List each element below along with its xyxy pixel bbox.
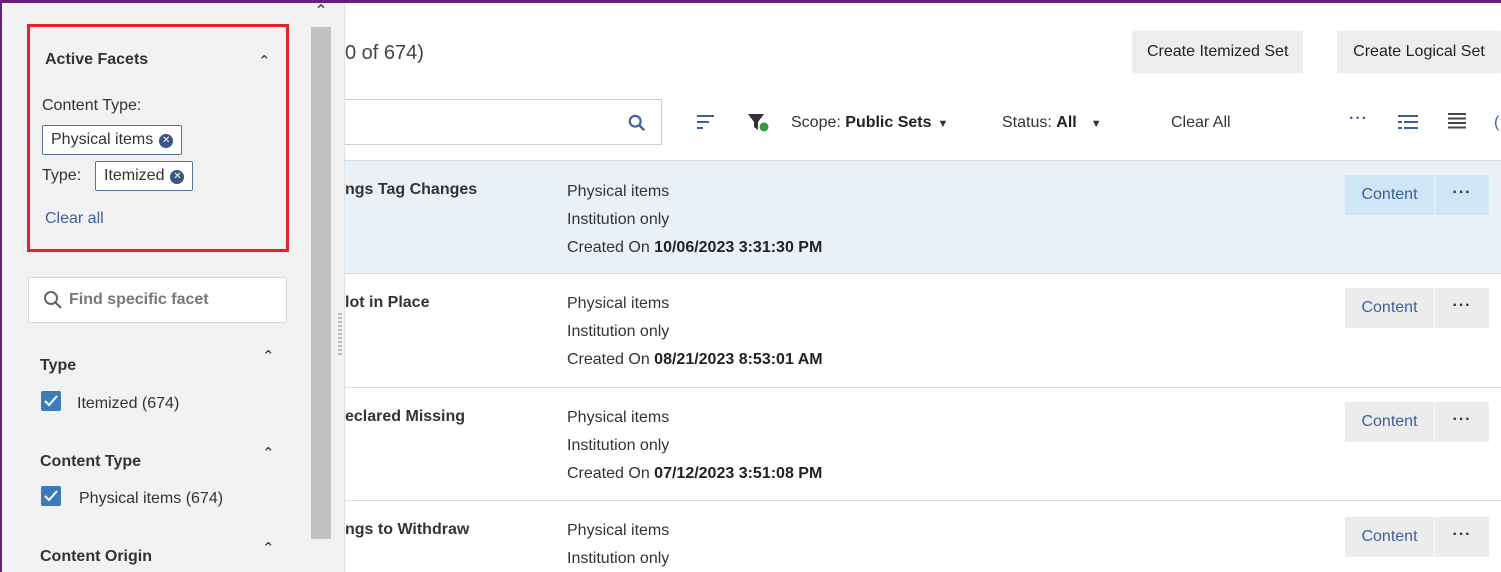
row-more-actions-icon[interactable]: ··· [1435,288,1489,328]
itemized-option-label[interactable]: Itemized (674) [77,395,179,413]
collapse-content-type-chevron-icon[interactable]: ⌃ [262,444,275,462]
collapse-type-chevron-icon[interactable]: ⌃ [262,347,275,365]
status-value: All [1056,114,1077,131]
caret-down-icon: ▼ [1090,118,1102,130]
scroll-thumb[interactable] [311,27,331,539]
checkmark-icon [44,395,58,407]
checkmark-icon [44,490,58,502]
content-type-facet-chip[interactable]: Physical items ✕ [42,125,183,155]
set-created-date: Created On 08/21/2023 8:53:01 AM [567,351,823,368]
scope-value: Public Sets [845,114,932,131]
active-facets-title: Active Facets [45,51,149,68]
content-button[interactable]: Content [1345,175,1434,215]
caret-down-icon: ▼ [937,118,949,130]
search-icon[interactable] [628,114,646,132]
facet-search-input[interactable] [69,288,279,312]
row-more-actions-icon[interactable]: ··· [1435,402,1489,442]
scope-label: Scope: [791,114,841,131]
sort-icon[interactable] [697,114,715,130]
physical-items-option-label[interactable]: Physical items (674) [79,490,223,508]
set-created-date: Created On 07/12/2023 3:51:08 PM [567,465,823,482]
table-row[interactable]: lot in Place Physical items Institution … [345,273,1501,387]
row-more-actions-icon[interactable]: ··· [1435,175,1489,215]
search-icon [44,291,62,309]
type-facet-chip[interactable]: Itemized ✕ [95,161,194,191]
clear-all-facets-link[interactable]: Clear all [45,210,104,228]
row-more-actions-icon[interactable]: ··· [1435,517,1489,557]
facet-group-content-type-title: Content Type [40,453,142,470]
set-created-date: Created On 10/06/2023 3:31:30 PM [567,239,823,256]
filter-icon[interactable] [748,113,770,133]
sets-search-box[interactable] [345,99,662,145]
clear-all-filters-link[interactable]: Clear All [1171,114,1231,132]
facet-search-box[interactable] [28,277,287,323]
chip-label: Physical items [51,131,154,148]
set-content-type: Physical items [567,183,670,200]
collapse-active-facets-chevron-icon[interactable]: ⌃ [258,52,271,70]
content-button[interactable]: Content [1345,402,1434,442]
create-logical-set-button[interactable]: Create Logical Set [1337,31,1501,73]
resize-grip-icon[interactable] [338,313,342,355]
remove-chip-icon[interactable]: ✕ [170,170,185,184]
collapse-content-origin-chevron-icon[interactable]: ⌃ [262,539,275,557]
content-button[interactable]: Content [1345,288,1434,328]
set-name[interactable]: ngs to Withdraw [345,521,469,539]
table-row[interactable]: ngs Tag Changes Physical items Instituti… [345,160,1501,273]
itemized-checkbox[interactable] [41,391,61,411]
scroll-up-arrow-icon[interactable]: ⌃ [309,3,333,25]
set-content-type: Physical items [567,522,670,539]
set-name[interactable]: lot in Place [345,294,429,312]
set-name[interactable]: eclared Missing [345,408,465,426]
compact-view-icon[interactable] [1448,113,1466,129]
create-itemized-set-button[interactable]: Create Itemized Set [1132,31,1304,73]
set-visibility: Institution only [567,323,670,340]
list-view-icon[interactable] [1398,115,1418,129]
table-row[interactable]: eclared Missing Physical items Instituti… [345,387,1501,500]
results-count: 0 of 674) [345,42,424,64]
remove-chip-icon[interactable]: ✕ [159,134,174,148]
facet-group-type-title: Type [40,357,77,374]
facet-group-content-origin-title: Content Origin [40,548,152,565]
set-content-type: Physical items [567,295,670,312]
help-icon[interactable]: ( [1494,114,1499,132]
status-dropdown[interactable]: Status: All ▼ [1002,114,1102,132]
chip-label: Itemized [104,167,165,184]
content-type-facet-label: Content Type: [42,97,142,114]
content-button[interactable]: Content [1345,517,1434,557]
set-visibility: Institution only [567,437,670,454]
more-options-icon[interactable]: ··· [1349,110,1368,128]
scope-dropdown[interactable]: Scope: Public Sets ▼ [791,114,948,132]
set-visibility: Institution only [567,211,670,228]
set-content-type: Physical items [567,409,670,426]
physical-items-checkbox[interactable] [41,486,61,506]
set-name[interactable]: ngs Tag Changes [345,181,477,199]
sidebar-scrollbar[interactable]: ⌃ [309,3,333,572]
table-row[interactable]: ngs to Withdraw Physical items Instituti… [345,500,1501,572]
type-facet-label: Type: [42,167,82,184]
set-visibility: Institution only [567,550,670,567]
status-label: Status: [1002,114,1052,131]
